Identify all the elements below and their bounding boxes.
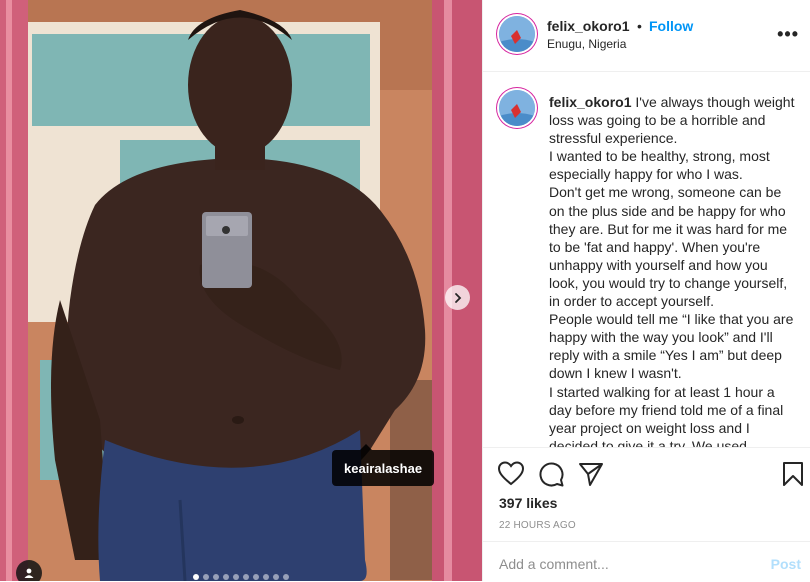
avatar-image — [499, 90, 535, 126]
chevron-right-icon — [454, 292, 461, 303]
carousel-dot — [203, 574, 209, 580]
more-icon[interactable]: ••• — [777, 24, 799, 45]
carousel-next-button[interactable] — [445, 285, 470, 310]
post-comment-button[interactable]: Post — [771, 556, 801, 572]
post-header: felix_okoro1 • Follow Enugu, Nigeria ••• — [483, 0, 810, 72]
follow-button[interactable]: Follow — [649, 18, 693, 34]
caption-username[interactable]: felix_okoro1 — [549, 94, 631, 110]
comment-icon[interactable] — [537, 460, 565, 488]
carousel-dot — [273, 574, 279, 580]
photo-user-tag[interactable]: keairalashae — [332, 444, 435, 486]
post-photo[interactable]: keairalashae — [0, 0, 482, 581]
caption-area: felix_okoro1 I've always though weight l… — [483, 72, 810, 447]
photo-illustration — [0, 0, 482, 581]
carousel-dot — [213, 574, 219, 580]
likes-count[interactable]: 397 likes — [499, 495, 557, 511]
caption-text: felix_okoro1 I've always though weight l… — [549, 93, 795, 447]
carousel-dot — [193, 574, 199, 580]
bookmark-icon[interactable] — [779, 460, 807, 488]
comment-input[interactable] — [499, 556, 739, 572]
comment-bar: Post — [483, 541, 810, 582]
carousel-dot — [243, 574, 249, 580]
carousel-dots — [0, 574, 482, 580]
photo-user-tag-label: keairalashae — [344, 460, 423, 476]
post-location[interactable]: Enugu, Nigeria — [547, 37, 626, 51]
post-timestamp[interactable]: 22 HOURS AGO — [499, 520, 576, 531]
carousel-dot — [223, 574, 229, 580]
carousel-dot — [233, 574, 239, 580]
avatar[interactable] — [499, 16, 535, 52]
caption-line: People would tell me “I like that you ar… — [549, 311, 794, 382]
caption-line: Don't get me wrong, someone can be on th… — [549, 184, 788, 310]
caption-avatar[interactable] — [499, 90, 535, 126]
share-icon[interactable] — [577, 460, 605, 488]
header-separator: • — [637, 18, 642, 34]
carousel-dot — [253, 574, 259, 580]
post-details-panel: felix_okoro1 • Follow Enugu, Nigeria •••… — [482, 0, 810, 581]
caption-line: I started walking for at least 1 hour a … — [549, 383, 784, 448]
header-username[interactable]: felix_okoro1 — [547, 18, 629, 34]
carousel-dot — [263, 574, 269, 580]
heart-icon[interactable] — [497, 460, 525, 488]
caption-line: I wanted to be healthy, strong, most esp… — [549, 148, 770, 183]
carousel-dot — [283, 574, 289, 580]
avatar-image — [499, 16, 535, 52]
